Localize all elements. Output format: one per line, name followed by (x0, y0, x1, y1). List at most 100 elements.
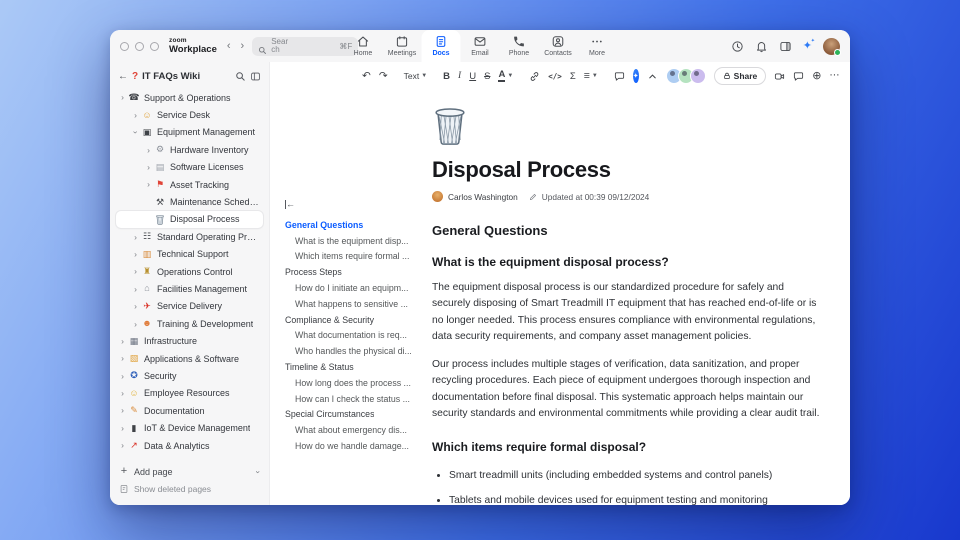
strikethrough-button[interactable]: S (484, 71, 490, 82)
ai-companion-icon[interactable]: ✦ ✦ (803, 38, 815, 52)
globe-icon[interactable]: ⊕ (812, 70, 821, 82)
link-icon[interactable] (529, 71, 540, 82)
sidebar-item-asset-tracking[interactable]: › ⚑ Asset Tracking (116, 176, 263, 193)
toc-item[interactable]: What documentation is req... (285, 328, 422, 344)
minimize-window-icon[interactable] (135, 41, 144, 51)
video-icon[interactable] (774, 71, 785, 82)
italic-button[interactable]: I (458, 71, 461, 81)
sidebar-item-software-licenses[interactable]: › ▤ Software Licenses (116, 159, 263, 176)
toc-section[interactable]: Process Steps (285, 264, 422, 280)
chevron-down-icon[interactable]: › (254, 470, 264, 473)
chevron-right-icon[interactable]: › (131, 285, 140, 294)
toc-item[interactable]: How do I initiate an equipm... (285, 280, 422, 296)
sidebar-item-service-delivery[interactable]: › ✈ Service Delivery (116, 298, 263, 315)
chevron-right-icon[interactable]: › (131, 267, 140, 276)
chevron-right-icon[interactable]: › (144, 180, 153, 189)
chat-icon[interactable] (793, 71, 804, 82)
notifications-bell-icon[interactable] (755, 40, 768, 53)
sidebar-search-icon[interactable] (235, 71, 246, 82)
toc-item[interactable]: What about emergency dis... (285, 422, 422, 438)
toc-item[interactable]: What happens to sensitive ... (285, 296, 422, 312)
chevron-right-icon[interactable]: › (144, 146, 153, 155)
text-style-dropdown[interactable]: Text ▼ (404, 71, 428, 81)
toc-section[interactable]: Timeline & Status (285, 359, 422, 375)
chevron-right-icon[interactable]: › (131, 320, 140, 329)
chevron-right-icon[interactable]: › (118, 424, 127, 433)
toc-item[interactable]: Who handles the physical di... (285, 343, 422, 359)
collaborator-avatars[interactable] (665, 68, 706, 84)
sidebar-item-training-development[interactable]: › ☻ Training & Development (116, 315, 263, 332)
side-panel-icon[interactable] (779, 40, 792, 53)
chevron-right-icon[interactable]: › (118, 93, 127, 102)
chevron-right-icon[interactable]: › (131, 233, 140, 242)
toc-item[interactable]: How do we handle damage... (285, 438, 422, 454)
close-window-icon[interactable] (120, 41, 129, 51)
sidebar-item-standard-operating-procedures[interactable]: ›☷ Standard Operating Procedures (116, 228, 263, 245)
doc-body[interactable]: General Questions What is the equipment d… (432, 223, 822, 505)
chevron-right-icon[interactable]: › (131, 302, 140, 311)
toc-item[interactable]: How long does the process ... (285, 375, 422, 391)
sidebar-item-hardware-inventory[interactable]: › ⚙ Hardware Inventory (116, 141, 263, 158)
sidebar-item-facilities-management[interactable]: › ⌂ Facilities Management (116, 280, 263, 297)
toc-section[interactable]: General Questions (285, 217, 422, 233)
add-page-button[interactable]: + Add page › (116, 463, 264, 480)
comment-icon[interactable] (614, 71, 625, 82)
chevron-right-icon[interactable]: › (118, 389, 127, 398)
undo-icon[interactable]: ↶ (362, 71, 371, 82)
list-format-dropdown[interactable]: ≡ ▼ (584, 71, 598, 82)
sidebar-item-documentation[interactable]: › ✎ Documentation (116, 402, 263, 419)
sidebar-item-support-operations[interactable]: › ☎ Support & Operations (116, 89, 263, 106)
collapse-toc-icon[interactable]: ← (285, 200, 295, 209)
collapse-toolbar-icon[interactable] (647, 71, 658, 82)
nav-item-contacts[interactable]: Contacts (539, 30, 578, 62)
chevron-right-icon[interactable]: › (118, 337, 127, 346)
forward-icon[interactable]: › (241, 40, 245, 52)
share-button[interactable]: Share (713, 67, 767, 85)
chevron-right-icon[interactable]: › (118, 406, 127, 415)
chevron-right-icon[interactable]: › (118, 372, 127, 381)
nav-item-phone[interactable]: Phone (500, 30, 539, 62)
formula-button[interactable]: Σ (570, 71, 576, 82)
show-deleted-pages-button[interactable]: Show deleted pages (116, 480, 263, 497)
toc-section[interactable]: Special Circumstances (285, 407, 422, 423)
sidebar-item-infrastructure[interactable]: › ▦ Infrastructure (116, 332, 263, 349)
maximize-window-icon[interactable] (150, 41, 159, 51)
sidebar-item-technical-support[interactable]: › ▥ Technical Support (116, 246, 263, 263)
sidebar-item-equipment-management[interactable]: › ▣ Equipment Management (116, 124, 263, 141)
ai-companion-button[interactable]: ✦ (632, 69, 639, 83)
toc-item[interactable]: What is the equipment disp... (285, 233, 422, 249)
sidebar-item-employee-resources[interactable]: › ☺ Employee Resources (116, 385, 263, 402)
bold-button[interactable]: B (443, 71, 450, 82)
toc-item[interactable]: Which items require formal ... (285, 249, 422, 265)
window-controls[interactable] (120, 41, 159, 51)
chevron-right-icon[interactable]: › (131, 111, 140, 120)
back-icon[interactable]: ‹ (227, 40, 231, 52)
search-input[interactable]: Search ⌘F (252, 36, 359, 56)
user-avatar[interactable] (823, 37, 841, 56)
code-button[interactable]: </> (548, 72, 562, 81)
sidebar-item-data-analytics[interactable]: › ↗ Data & Analytics (116, 437, 263, 454)
sidebar-item-iot-device-management[interactable]: › ▮ IoT & Device Management (116, 419, 263, 436)
sidebar-item-maintenance-schedules[interactable]: ⚒ Maintenance Schedules (116, 193, 263, 210)
history-clock-icon[interactable] (731, 40, 744, 53)
nav-item-meetings[interactable]: Meetings (383, 30, 422, 62)
chevron-down-icon[interactable]: › (131, 128, 141, 137)
more-options-icon[interactable]: ⋯ (830, 71, 841, 81)
sidebar-item-disposal-process[interactable]: Disposal Process (116, 210, 263, 229)
chevron-right-icon[interactable]: › (118, 354, 127, 363)
chevron-right-icon[interactable]: › (131, 250, 140, 259)
nav-item-email[interactable]: Email (461, 30, 500, 62)
nav-item-more[interactable]: More (578, 30, 617, 62)
page-title[interactable]: Disposal Process (432, 157, 822, 183)
redo-icon[interactable]: ↷ (379, 71, 388, 82)
sidebar-item-operations-control[interactable]: › ♜ Operations Control (116, 263, 263, 280)
collaborator-avatar-3[interactable] (689, 68, 706, 84)
sidebar-item-applications-software[interactable]: › ▧ Applications & Software (116, 350, 263, 367)
chevron-right-icon[interactable]: › (118, 441, 127, 450)
collapse-sidebar-icon[interactable] (250, 71, 261, 82)
underline-button[interactable]: U (469, 71, 476, 82)
text-color-dropdown[interactable]: A ▼ (498, 70, 513, 82)
sidebar-item-security[interactable]: › ✪ Security (116, 367, 263, 384)
doc-content[interactable]: Disposal Process Carlos Washington Updat… (422, 90, 848, 505)
toc-item[interactable]: How can I check the status ... (285, 391, 422, 407)
